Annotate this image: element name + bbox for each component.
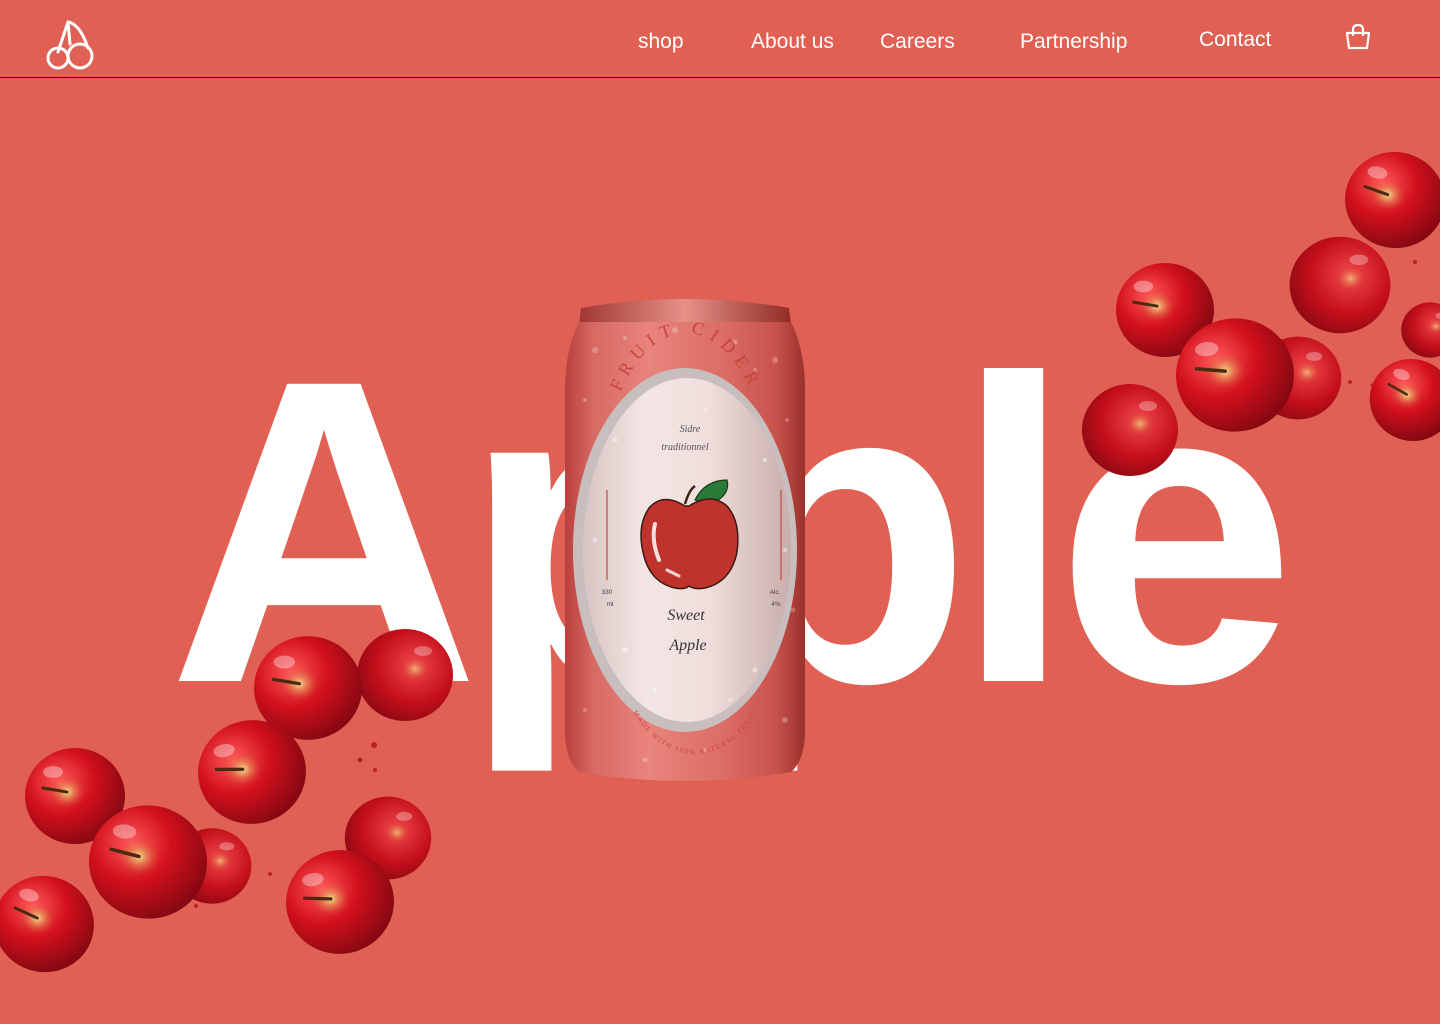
label-name-line2: Apple [668,637,706,654]
nav-partnership[interactable]: Partnership [1020,30,1127,54]
label-subtitle-line2: traditionnel [661,442,708,453]
page: shop About us Careers Partnership Contac… [0,0,1440,1024]
cider-can-image: FRUIT CIDER MADE WITH 100% NATURAL FRUIT… [565,299,805,781]
cherry-logo-icon[interactable] [40,14,98,72]
label-alc-value: 4% [771,601,781,608]
nav-contact[interactable]: Contact [1199,28,1271,52]
label-subtitle-line1: Sidre [680,424,701,435]
nav-about-us[interactable]: About us [751,30,834,54]
shopping-bag-icon[interactable] [1343,22,1373,52]
label-volume-unit: ml [607,601,614,608]
label-volume-value: 330 [602,589,613,596]
label-name-line1: Sweet [667,607,705,624]
label-alc-label: Alc. [770,589,781,596]
site-header: shop About us Careers Partnership Contac… [0,0,1440,78]
nav-careers[interactable]: Careers [880,30,955,54]
nav-shop[interactable]: shop [638,30,684,54]
